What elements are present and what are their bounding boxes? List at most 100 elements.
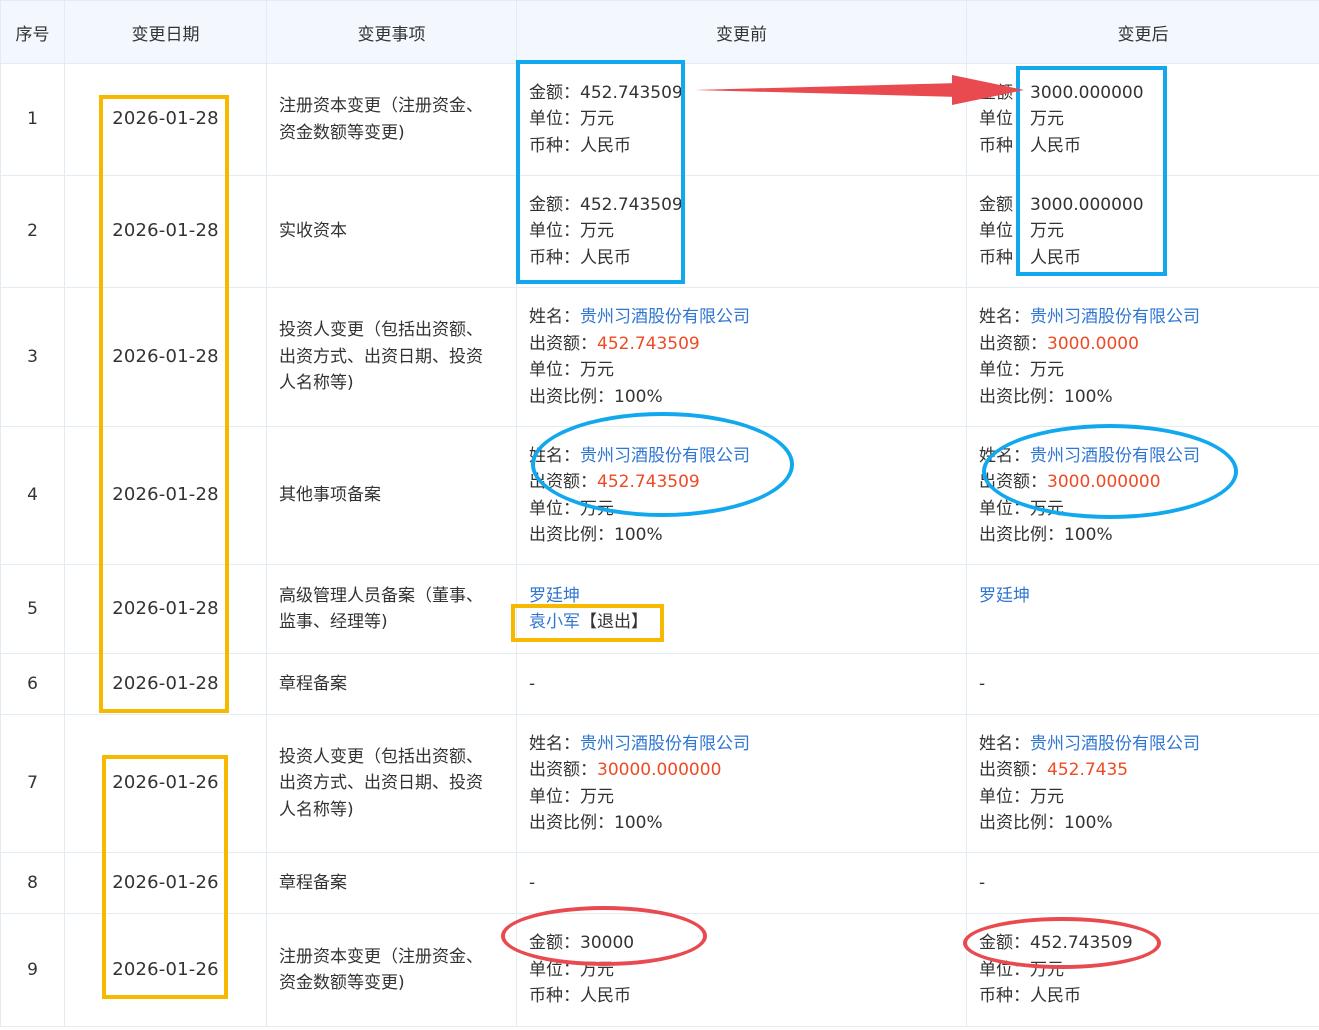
- field-label: 金额：: [529, 933, 580, 954]
- field-label: 单位：: [529, 786, 580, 807]
- row-item-text: 其他事项备案: [279, 485, 381, 506]
- row-after: 金额：3000.000000 单位：万元 币种：人民币: [966, 63, 1319, 176]
- investor-link[interactable]: 贵州习酒股份有限公司: [580, 307, 750, 327]
- currency-value: 人民币: [1030, 135, 1081, 156]
- manager-link[interactable]: 罗廷坤: [529, 586, 580, 606]
- field-label: 姓名：: [529, 307, 580, 327]
- amount-value: 30000: [580, 933, 635, 954]
- table-header-row: 序号 变更日期 变更事项 变更前 变更后: [0, 0, 1319, 64]
- field-label: 金额：: [979, 194, 1030, 215]
- row-item-text: 注册资本变更（注册资金、资金数额等变更): [279, 96, 483, 143]
- currency-value: 人民币: [580, 986, 631, 1007]
- unit-value: 万元: [580, 786, 614, 807]
- row-item-text: 实收资本: [279, 221, 347, 242]
- amount-value: 452.743509: [580, 194, 683, 215]
- unit-value: 万元: [580, 221, 614, 242]
- field-label: 姓名：: [979, 733, 1030, 754]
- field-label: 金额：: [979, 933, 1030, 954]
- table-row: 3 2026-01-28 投资人变更（包括出资额、出资方式、出资日期、投资人名称…: [0, 287, 1319, 427]
- row-date: 2026-01-26: [64, 714, 267, 853]
- field-label: 单位：: [979, 221, 1030, 242]
- currency-value: 人民币: [580, 247, 631, 268]
- field-label: 姓名：: [529, 445, 580, 466]
- row-after: 姓名：贵州习酒股份有限公司 出资额：3000.0000 单位：万元 出资比例：1…: [966, 287, 1319, 427]
- investor-link[interactable]: 贵州习酒股份有限公司: [1030, 446, 1200, 466]
- table-row: 9 2026-01-26 注册资本变更（注册资金、资金数额等变更) 金额：300…: [0, 913, 1319, 1027]
- manager-exit-tag: 【退出】: [580, 612, 648, 632]
- row-before: 姓名：贵州习酒股份有限公司 出资额：452.743509 单位：万元 出资比例：…: [516, 287, 967, 427]
- field-label: 单位：: [979, 786, 1030, 807]
- field-label: 单位：: [529, 498, 580, 519]
- row-item: 其他事项备案: [266, 426, 517, 565]
- unit-value: 万元: [1030, 959, 1064, 980]
- unit-value: 万元: [580, 360, 614, 380]
- row-before: 罗廷坤 袁小军【退出】: [516, 564, 967, 654]
- manager-link[interactable]: 袁小军: [529, 612, 580, 632]
- contribution-value: 30000.000000: [597, 760, 722, 780]
- amount-value: 3000.000000: [1030, 82, 1144, 103]
- field-label: 出资比例：: [979, 386, 1064, 407]
- unit-value: 万元: [1030, 786, 1064, 807]
- row-before: -: [516, 653, 967, 715]
- row-date: 2026-01-28: [64, 653, 267, 715]
- field-label: 币种：: [529, 247, 580, 268]
- field-label: 姓名：: [529, 733, 580, 754]
- row-before: -: [516, 852, 967, 914]
- field-label: 币种：: [979, 247, 1030, 268]
- row-item-text: 投资人变更（包括出资额、出资方式、出资日期、投资人名称等): [279, 320, 483, 394]
- row-item: 投资人变更（包括出资额、出资方式、出资日期、投资人名称等): [266, 714, 517, 853]
- field-label: 金额：: [529, 82, 580, 103]
- row-before: 金额：452.743509 单位：万元 币种：人民币: [516, 175, 967, 288]
- manager-link[interactable]: 罗廷坤: [979, 586, 1030, 606]
- contribution-value: 3000.0000: [1047, 333, 1139, 354]
- contribution-value: 3000.000000: [1047, 472, 1161, 492]
- field-label: 单位：: [979, 109, 1030, 130]
- currency-value: 人民币: [1030, 247, 1081, 268]
- header-date: 变更日期: [64, 0, 267, 64]
- unit-value: 万元: [580, 498, 614, 519]
- row-after: 金额：452.743509 单位：万元 币种：人民币: [966, 913, 1319, 1027]
- ratio-value: 100%: [1064, 386, 1113, 407]
- row-before: 金额：452.743509 单位：万元 币种：人民币: [516, 63, 967, 176]
- field-label: 币种：: [979, 135, 1030, 156]
- field-label: 出资额：: [979, 760, 1047, 780]
- header-before: 变更前: [516, 0, 967, 64]
- row-after: 罗廷坤: [966, 564, 1319, 654]
- row-item: 高级管理人员备案（董事、监事、经理等): [266, 564, 517, 654]
- row-no: 6: [0, 653, 65, 715]
- row-item-text: 注册资本变更（注册资金、资金数额等变更): [279, 946, 483, 994]
- ratio-value: 100%: [614, 813, 663, 833]
- amount-value: 452.743509: [1030, 933, 1133, 954]
- investor-link[interactable]: 贵州习酒股份有限公司: [580, 734, 750, 754]
- header-no: 序号: [0, 0, 65, 64]
- field-label: 姓名：: [979, 307, 1030, 327]
- contribution-value: 452.743509: [597, 472, 700, 492]
- field-label: 单位：: [529, 221, 580, 242]
- row-after: -: [966, 852, 1319, 914]
- unit-value: 万元: [1030, 498, 1064, 519]
- contribution-value: 452.7435: [1047, 760, 1129, 780]
- row-date: 2026-01-28: [64, 175, 267, 288]
- field-label: 出资比例：: [979, 525, 1064, 545]
- ratio-value: 100%: [1064, 813, 1113, 833]
- field-label: 出资比例：: [529, 525, 614, 545]
- row-date: 2026-01-26: [64, 852, 267, 914]
- investor-link[interactable]: 贵州习酒股份有限公司: [1030, 734, 1200, 754]
- row-no: 5: [0, 564, 65, 654]
- row-item-text: 投资人变更（包括出资额、出资方式、出资日期、投资人名称等): [279, 746, 483, 820]
- row-no: 8: [0, 852, 65, 914]
- contribution-value: 452.743509: [597, 333, 700, 354]
- table-row: 4 2026-01-28 其他事项备案 姓名：贵州习酒股份有限公司 出资额：45…: [0, 426, 1319, 565]
- row-no: 2: [0, 175, 65, 288]
- row-no: 4: [0, 426, 65, 565]
- investor-link[interactable]: 贵州习酒股份有限公司: [1030, 307, 1200, 327]
- row-item: 实收资本: [266, 175, 517, 288]
- row-after: 金额：3000.000000 单位：万元 币种：人民币: [966, 175, 1319, 288]
- row-after: 姓名：贵州习酒股份有限公司 出资额：452.7435 单位：万元 出资比例：10…: [966, 714, 1319, 853]
- field-label: 金额：: [979, 82, 1030, 103]
- field-label: 单位：: [979, 959, 1030, 980]
- amount-value: 452.743509: [580, 82, 683, 103]
- row-item-text: 高级管理人员备案（董事、监事、经理等): [279, 585, 483, 633]
- row-after: 姓名：贵州习酒股份有限公司 出资额：3000.000000 单位：万元 出资比例…: [966, 426, 1319, 565]
- investor-link[interactable]: 贵州习酒股份有限公司: [580, 446, 750, 466]
